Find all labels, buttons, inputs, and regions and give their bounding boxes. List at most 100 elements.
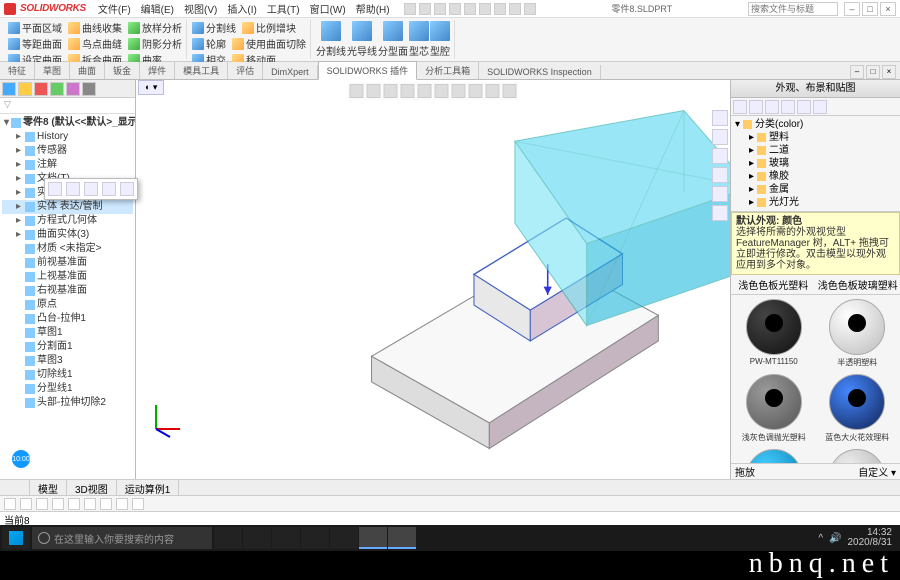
- tree-item[interactable]: 头部-拉伸切除2: [2, 396, 133, 410]
- doc-win-button[interactable]: ×: [882, 65, 896, 79]
- tree-item[interactable]: 草图3: [2, 354, 133, 368]
- tree-item[interactable]: 分型线1: [2, 382, 133, 396]
- options-icon[interactable]: [524, 3, 536, 15]
- rp-tree-item[interactable]: ▸ 光灯光: [735, 196, 896, 209]
- rp-tool-icon[interactable]: [765, 100, 779, 114]
- sf-icon[interactable]: [84, 498, 96, 510]
- tp-icon[interactable]: [712, 167, 728, 183]
- maximize-button[interactable]: □: [862, 2, 878, 16]
- select-icon[interactable]: [494, 3, 506, 15]
- tp-icon[interactable]: [712, 205, 728, 221]
- tree-item[interactable]: ▸History: [2, 130, 133, 144]
- tb-app-icon[interactable]: [272, 527, 300, 549]
- rbtn[interactable]: 比例增块: [242, 20, 296, 35]
- ctx-icon[interactable]: [120, 182, 134, 196]
- rbtn-big[interactable]: 光导线: [347, 21, 377, 58]
- rbtn[interactable]: 放样分析: [128, 20, 182, 35]
- redo-icon[interactable]: [479, 3, 491, 15]
- tb-app-icon[interactable]: [214, 527, 242, 549]
- bot-tab[interactable]: 模型: [30, 480, 67, 495]
- tree-item[interactable]: 材质 <未指定>: [2, 242, 133, 256]
- command-tab[interactable]: 草图: [35, 62, 70, 79]
- doc-win-button[interactable]: □: [866, 65, 880, 79]
- tree-item[interactable]: 上视基准面: [2, 270, 133, 284]
- rp-tree-item[interactable]: ▸ 塑料: [735, 131, 896, 144]
- command-tab[interactable]: 曲面: [70, 62, 105, 79]
- tp-icon[interactable]: [712, 186, 728, 202]
- vt-icon[interactable]: [401, 84, 415, 98]
- rbtn-big[interactable]: 型腔: [430, 21, 450, 58]
- fm-tab-icon[interactable]: [18, 82, 32, 96]
- rp-tool-icon[interactable]: [797, 100, 811, 114]
- rp-tool-icon[interactable]: [749, 100, 763, 114]
- rbtn-big[interactable]: 分割线: [316, 21, 346, 58]
- rbtn[interactable]: 阴影分析: [128, 36, 182, 51]
- appearance-swatch[interactable]: 蓝宝石玻璃料: [735, 449, 813, 463]
- rbtn[interactable]: 等距曲面: [8, 36, 62, 51]
- vt-icon[interactable]: [486, 84, 500, 98]
- start-button[interactable]: [2, 527, 30, 549]
- vt-icon[interactable]: [469, 84, 483, 98]
- menu-tools[interactable]: 工具(T): [263, 0, 304, 17]
- taskbar-search[interactable]: 在这里输入你要搜索的内容: [32, 527, 212, 549]
- vt-icon[interactable]: [418, 84, 432, 98]
- print-icon[interactable]: [449, 3, 461, 15]
- command-tab[interactable]: 模具工具: [175, 62, 228, 79]
- sf-icon[interactable]: [116, 498, 128, 510]
- appearance-swatch[interactable]: 浅灰色调抛光塑料: [735, 374, 813, 443]
- rbtn[interactable]: 使用曲面切除: [232, 36, 306, 51]
- tree-item[interactable]: 右视基准面: [2, 284, 133, 298]
- tree-item[interactable]: ▸实体 表达/管制: [2, 200, 133, 214]
- sf-icon[interactable]: [52, 498, 64, 510]
- appearance-swatch[interactable]: PW-MT11150: [735, 299, 813, 368]
- rp-tree-root[interactable]: ▾ 分类(color): [735, 118, 896, 131]
- vt-icon[interactable]: [435, 84, 449, 98]
- tree-root[interactable]: ▾零件8 (默认<<默认>_显示状态 1>): [2, 116, 133, 130]
- command-tab[interactable]: 评估: [228, 62, 263, 79]
- command-tab[interactable]: 分析工具箱: [417, 62, 479, 79]
- tree-item[interactable]: 草图1: [2, 326, 133, 340]
- command-tab[interactable]: 特征: [0, 62, 35, 79]
- menu-edit[interactable]: 编辑(E): [137, 0, 178, 17]
- sf-icon[interactable]: [20, 498, 32, 510]
- rp-tree-item[interactable]: ▸ 二道: [735, 144, 896, 157]
- tb-app-icon[interactable]: [359, 527, 387, 549]
- tray-icon[interactable]: 🔊: [829, 533, 841, 544]
- menu-insert[interactable]: 插入(I): [223, 0, 260, 17]
- rp-foot-r[interactable]: 自定义 ▾: [858, 464, 896, 479]
- appearance-swatch[interactable]: 半透明塑料: [819, 299, 897, 368]
- bot-tab[interactable]: 运动算例1: [117, 480, 180, 495]
- vt-icon[interactable]: [384, 84, 398, 98]
- vt-icon[interactable]: [452, 84, 466, 98]
- tree-item[interactable]: 分割面1: [2, 340, 133, 354]
- tree-item[interactable]: ▸注解: [2, 158, 133, 172]
- fm-tab-icon[interactable]: [34, 82, 48, 96]
- search-input[interactable]: [748, 2, 838, 16]
- rbtn[interactable]: 平面区域: [8, 20, 62, 35]
- appearance-swatch[interactable]: 镜网络塑料: [819, 449, 897, 463]
- minimize-button[interactable]: –: [844, 2, 860, 16]
- command-tab[interactable]: DimXpert: [263, 65, 318, 79]
- sf-icon[interactable]: [36, 498, 48, 510]
- sf-icon[interactable]: [4, 498, 16, 510]
- ctx-icon[interactable]: [102, 182, 116, 196]
- vt-icon[interactable]: [503, 84, 517, 98]
- menu-file[interactable]: 文件(F): [94, 0, 135, 17]
- tree-item[interactable]: 原点: [2, 298, 133, 312]
- tb-app-icon[interactable]: [243, 527, 271, 549]
- orientation-triad[interactable]: [146, 399, 186, 439]
- doc-win-button[interactable]: –: [850, 65, 864, 79]
- command-tab[interactable]: SOLIDWORKS 插件: [318, 61, 418, 80]
- rp-tree-item[interactable]: ▸ 橡胶: [735, 170, 896, 183]
- tree-item[interactable]: 切除线1: [2, 368, 133, 382]
- open-icon[interactable]: [419, 3, 431, 15]
- rbtn[interactable]: 鸟点曲缝: [68, 36, 122, 51]
- fm-filter[interactable]: ▽: [0, 98, 135, 114]
- tb-app-icon[interactable]: [330, 527, 358, 549]
- rbtn[interactable]: 曲线收集: [68, 20, 122, 35]
- tp-icon[interactable]: [712, 129, 728, 145]
- tree-item[interactable]: ▸传感器: [2, 144, 133, 158]
- fm-tab-icon[interactable]: [66, 82, 80, 96]
- tree-item[interactable]: ▸方程式几何体: [2, 214, 133, 228]
- menu-view[interactable]: 视图(V): [180, 0, 221, 17]
